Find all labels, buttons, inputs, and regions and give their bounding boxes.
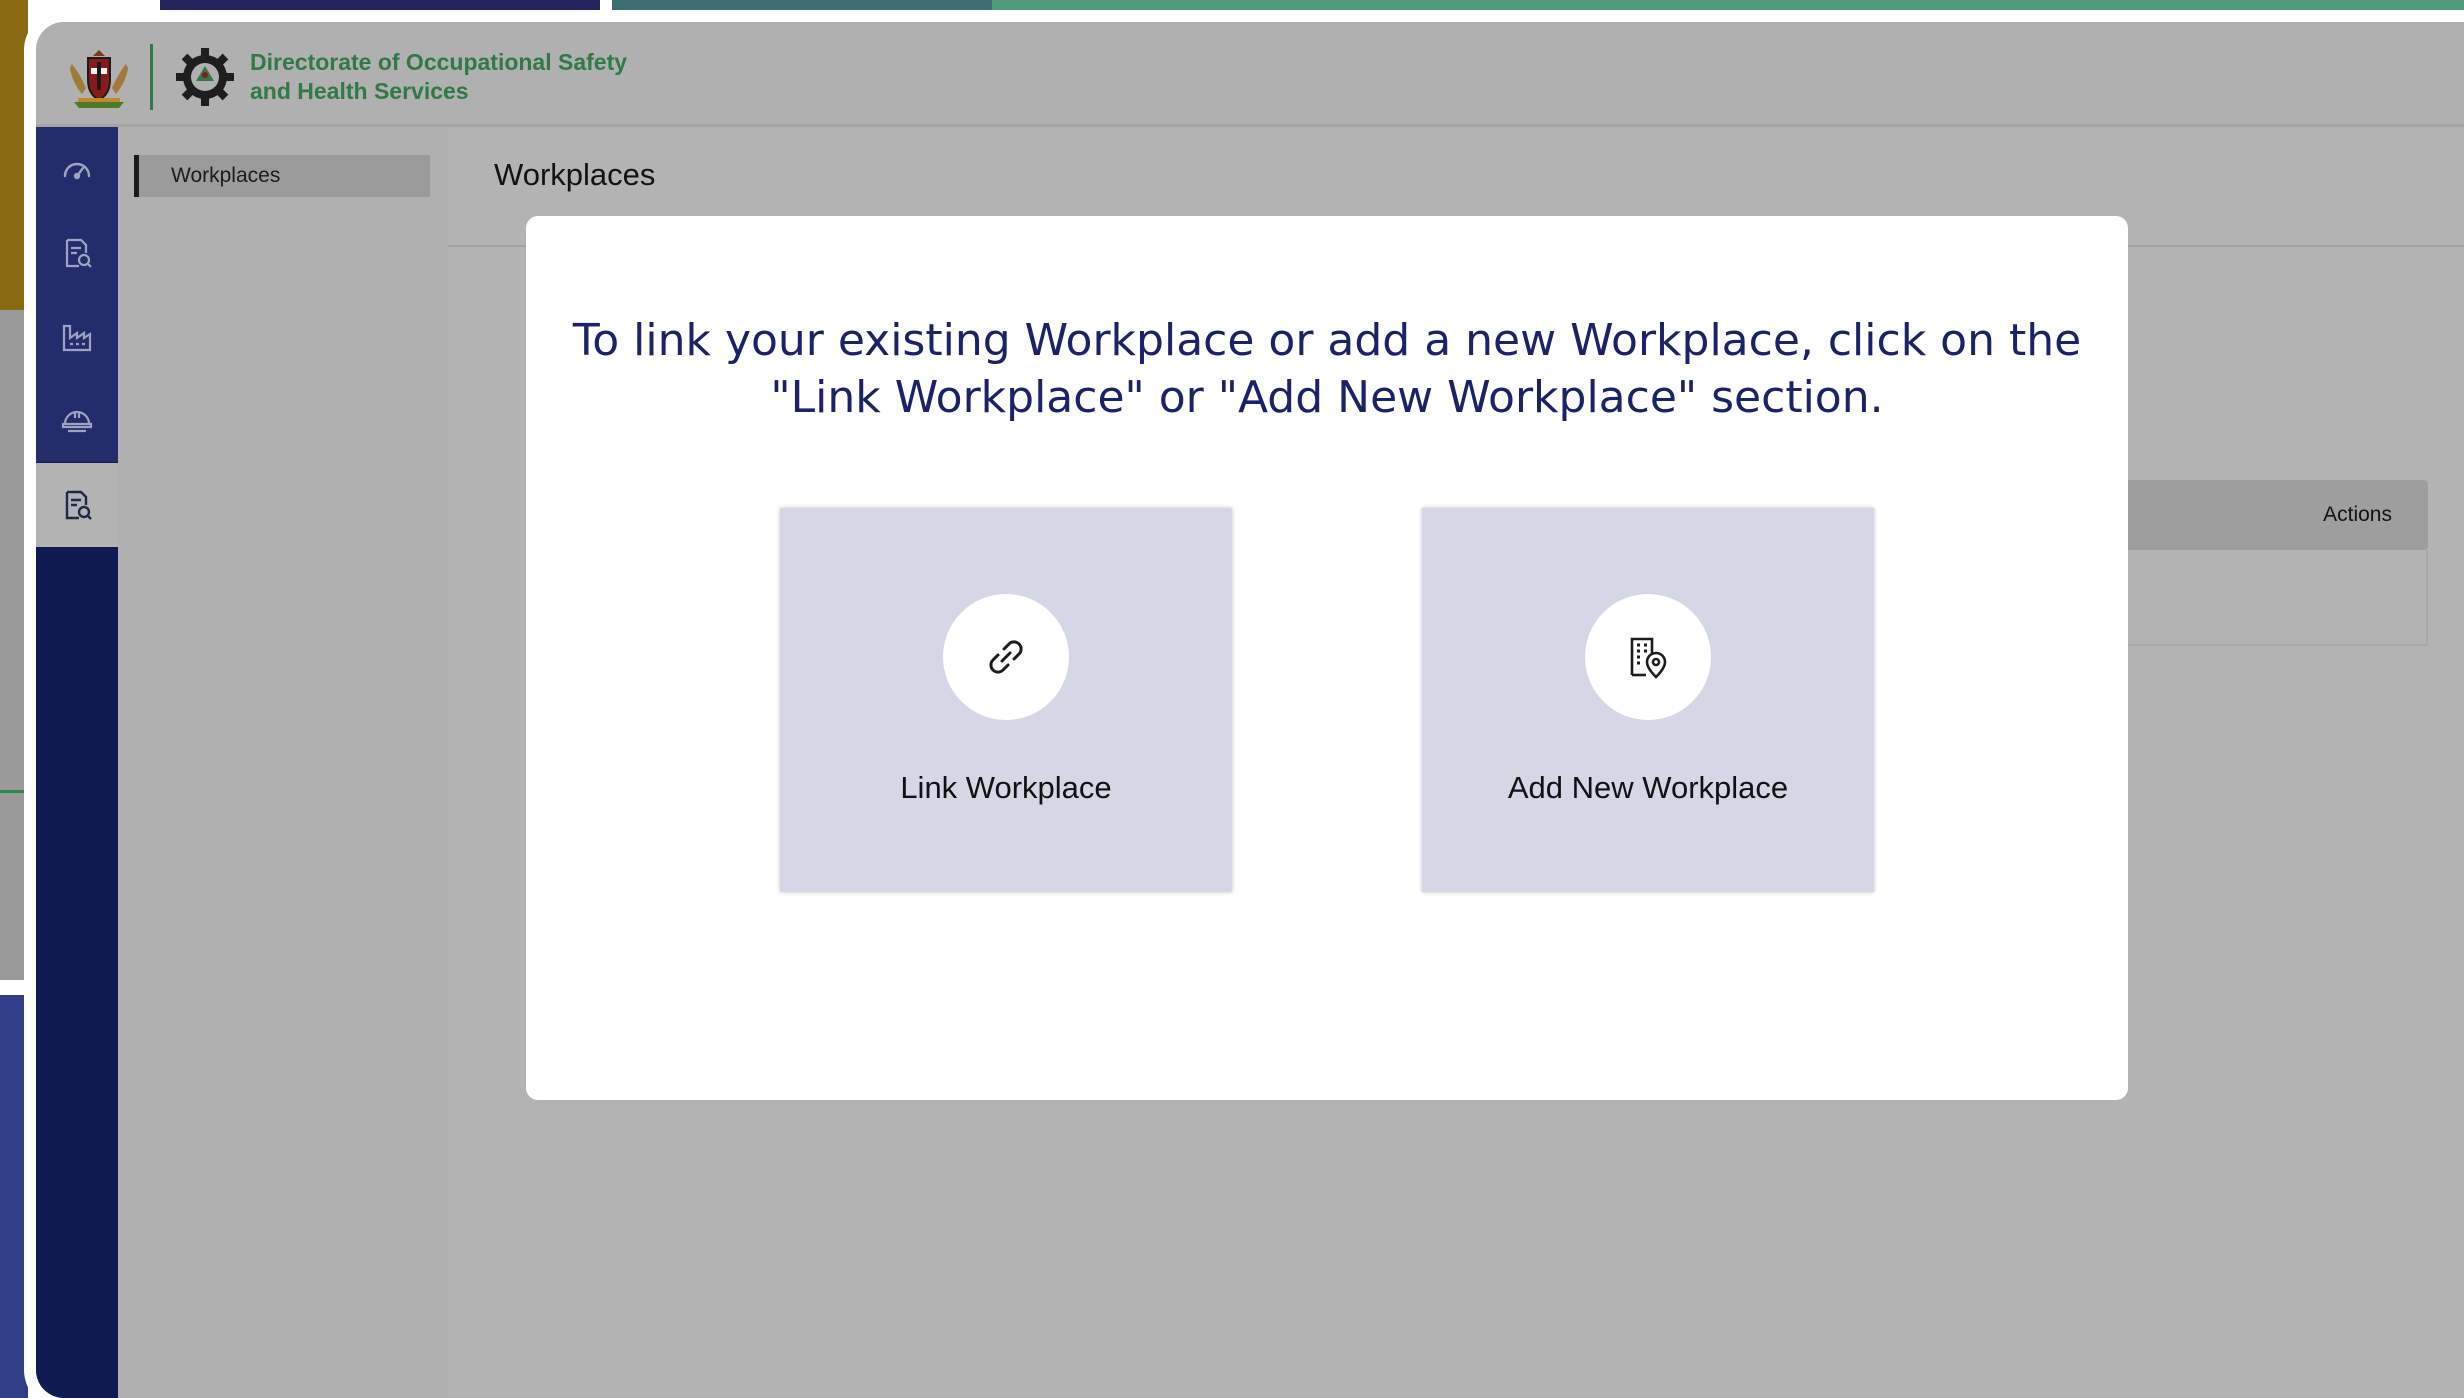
modal-heading: To link your existing Workplace or add a… (572, 315, 2082, 423)
rail-item-reports[interactable] (36, 211, 118, 295)
brand-line-2: and Health Services (250, 78, 469, 104)
link-workplace-card[interactable]: Link Workplace (780, 508, 1232, 892)
brand-line-1: Directorate of Occupational Safety (250, 49, 628, 75)
worker-helmet-icon (61, 410, 93, 433)
brand-name: Directorate of Occupational Safety and H… (250, 48, 627, 106)
document-search-icon (65, 238, 92, 268)
app-header: Directorate of Occupational Safety and H… (36, 22, 2464, 127)
add-workplace-icon-circle (1585, 594, 1711, 720)
gear-logo (176, 48, 234, 106)
link-icon (989, 640, 1023, 674)
app-window: Directorate of Occupational Safety and H… (36, 22, 2464, 1398)
workplace-document-icon (65, 490, 92, 520)
background-strip-blue (0, 995, 28, 1398)
background-strip-teal (612, 0, 992, 10)
workplace-options-modal: To link your existing Workplace or add a… (526, 216, 2128, 1100)
background-line-green (0, 790, 24, 793)
column-header-actions: Actions (2323, 503, 2392, 526)
link-workplace-icon-circle (943, 594, 1069, 720)
link-workplace-label: Link Workplace (900, 770, 1112, 805)
background-strip-gold (0, 0, 28, 310)
coat-of-arms-logo (70, 50, 128, 108)
header-divider (150, 44, 153, 110)
sub-navigation: Workplaces (118, 127, 448, 1398)
rail-item-factories[interactable] (36, 295, 118, 379)
background-strip-navy (160, 0, 600, 10)
background-strip-grey (0, 310, 28, 980)
dashboard-icon (63, 162, 91, 180)
factory-icon (62, 324, 92, 352)
building-location-icon (1630, 637, 1667, 679)
rail-item-workers[interactable] (36, 379, 118, 463)
rail-item-workplaces[interactable] (36, 463, 118, 547)
rail-item-dashboard[interactable] (36, 127, 118, 211)
page-title: Workplaces (494, 157, 656, 192)
add-new-workplace-card[interactable]: Add New Workplace (1422, 508, 1874, 892)
icon-rail (36, 127, 118, 1398)
add-new-workplace-label: Add New Workplace (1507, 770, 1789, 805)
subnav-item-workplaces[interactable]: Workplaces (134, 155, 430, 197)
